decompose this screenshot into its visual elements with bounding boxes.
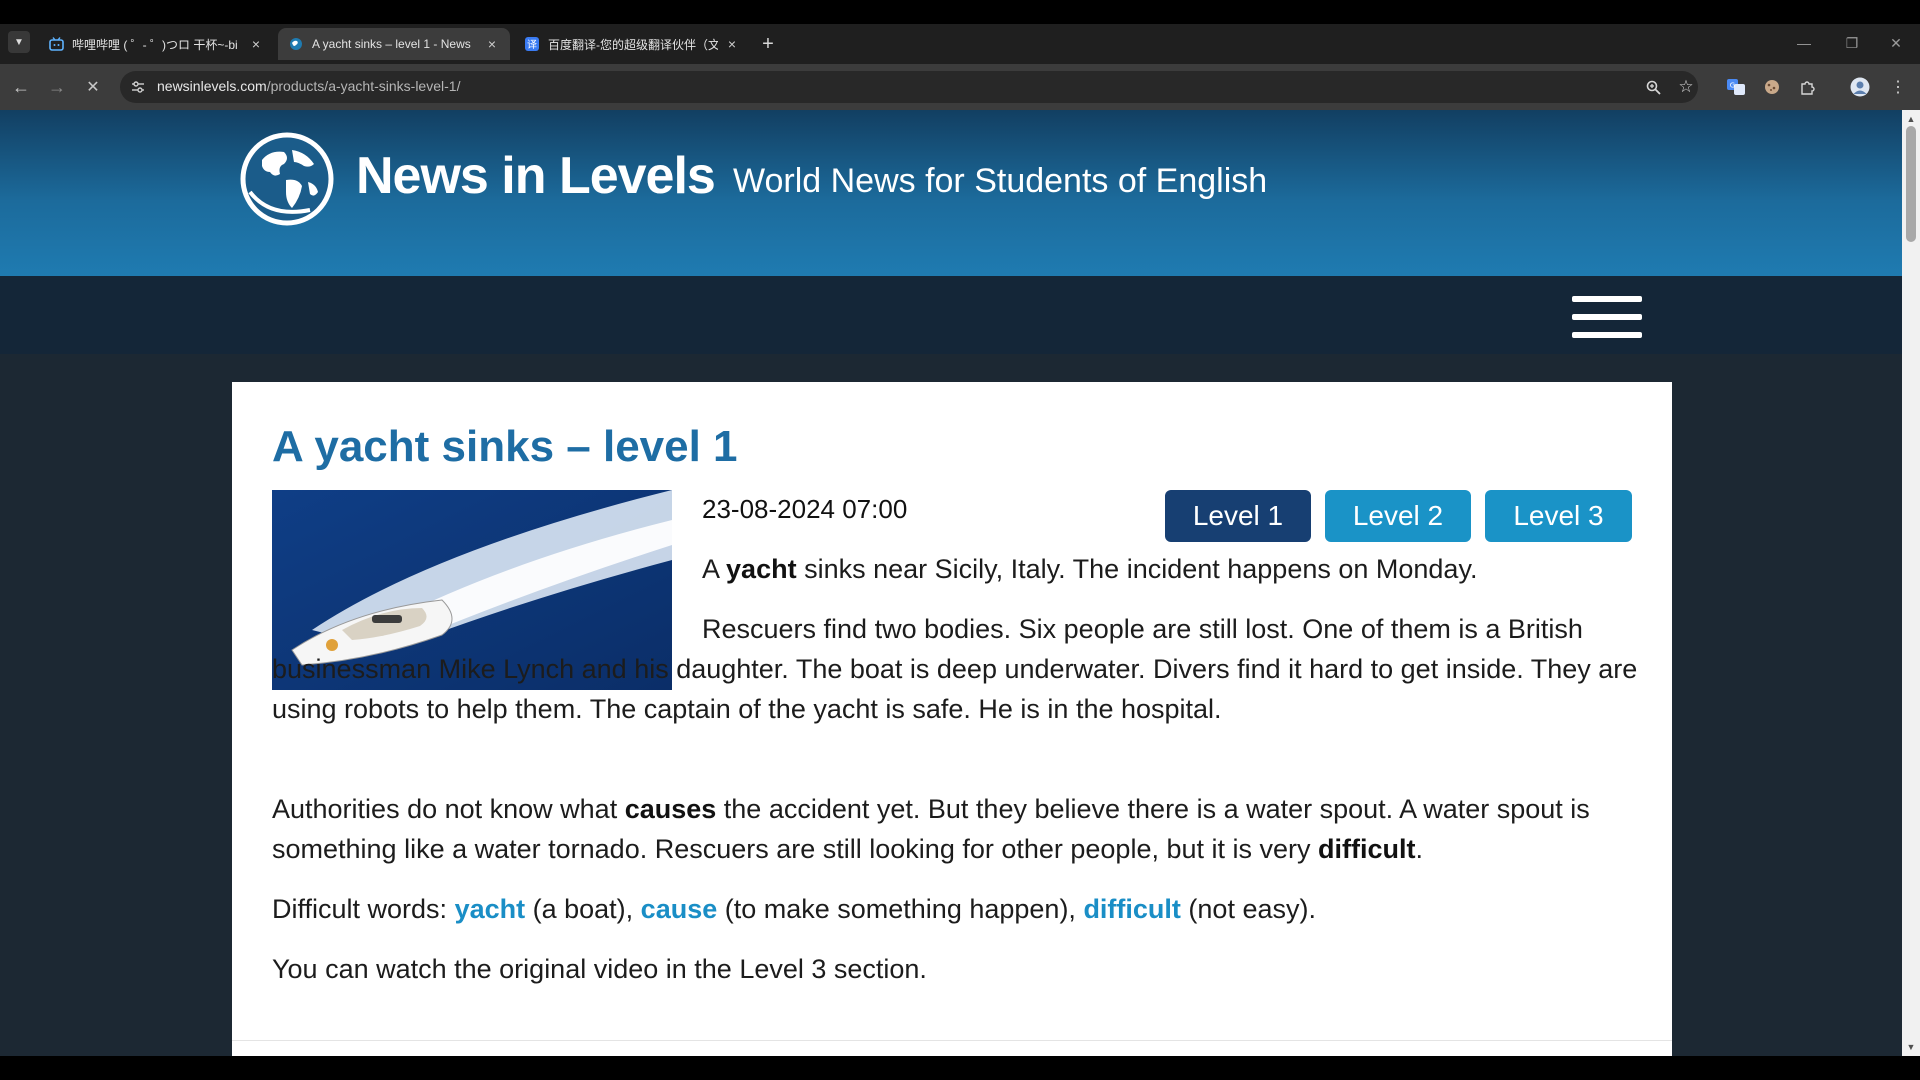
forward-arrow-icon[interactable]: → (44, 74, 70, 100)
url-path: /products/a-yacht-sinks-level-1/ (266, 78, 461, 94)
url-host: newsinlevels.com (157, 78, 267, 94)
site-logo-text[interactable]: News in Levels (356, 146, 716, 206)
restore-icon[interactable]: ❐ (1832, 30, 1872, 56)
keyword-link-cause[interactable]: cause (641, 894, 718, 924)
article-title: A yacht sinks – level 1 (272, 422, 738, 471)
new-tab-plus-icon[interactable]: + (756, 32, 780, 56)
window-close-icon[interactable]: ✕ (1876, 30, 1916, 56)
article-date: 23-08-2024 07:00 (702, 494, 908, 524)
baidu-translate-icon: 译 (524, 36, 540, 52)
stop-loading-icon[interactable]: ✕ (80, 74, 106, 100)
video-note-paragraph: You can watch the original video in the … (272, 954, 927, 984)
bookmark-star-icon[interactable]: ☆ (1675, 76, 1697, 98)
more-menu-icon[interactable]: ⋮ (1886, 75, 1910, 99)
tab-title: A yacht sinks – level 1 - News (312, 37, 471, 51)
tab-news-in-levels[interactable]: A yacht sinks – level 1 - News × (278, 28, 510, 60)
article-paragraph-1: A yacht sinks near Sicily, Italy. The in… (702, 554, 1478, 584)
keyword-link-yacht[interactable]: yacht (455, 894, 526, 924)
close-icon[interactable]: × (248, 36, 264, 52)
profile-avatar-icon[interactable] (1848, 75, 1872, 99)
divider (232, 1040, 1672, 1041)
chevron-down-icon[interactable]: ▼ (8, 31, 30, 53)
close-icon[interactable]: × (484, 36, 500, 52)
site-header: News in Levels World News for Students o… (0, 110, 1902, 276)
difficult-words-paragraph: Difficult words: yacht (a boat), cause (… (272, 894, 1316, 924)
tab-baidu-translate[interactable]: 译 百度翻译-您的超级翻译伙伴（文 × (514, 28, 750, 60)
close-icon[interactable]: × (724, 36, 740, 52)
minimize-icon[interactable]: — (1784, 30, 1824, 56)
site-info-icon[interactable] (128, 77, 148, 97)
level-3-button[interactable]: Level 3 (1485, 490, 1632, 542)
globe-logo-icon[interactable] (240, 132, 334, 226)
tab-bilibili[interactable]: 哔哩哔哩 ( ゜- ゜)つロ 干杯~-bi × (38, 28, 274, 60)
level-1-button[interactable]: Level 1 (1165, 490, 1311, 542)
zoom-icon[interactable] (1642, 76, 1664, 98)
page-scrollbar[interactable] (1902, 110, 1920, 1056)
keyword-link-difficult[interactable]: difficult (1083, 894, 1180, 924)
scrollbar-thumb[interactable] (1906, 126, 1916, 242)
article-paragraph-3: Authorities do not know what causes the … (272, 794, 1590, 864)
svg-text:G: G (1730, 82, 1735, 90)
scroll-down-arrow-icon[interactable]: ▼ (1904, 1040, 1918, 1054)
scroll-up-arrow-icon[interactable]: ▲ (1904, 112, 1918, 126)
url-text[interactable]: newsinlevels.com/products/a-yacht-sinks-… (157, 78, 460, 94)
newsinlevels-icon (288, 36, 304, 52)
article-paragraph-2: Rescuers find two bodies. Six people are… (272, 614, 1638, 724)
extensions-puzzle-icon[interactable] (1796, 75, 1820, 99)
bilibili-icon (48, 36, 64, 52)
hamburger-menu-icon[interactable] (1572, 296, 1642, 338)
translate-extension-icon[interactable]: G (1724, 75, 1748, 99)
cookie-extension-icon[interactable] (1760, 75, 1784, 99)
tab-title: 哔哩哔哩 ( ゜- ゜)つロ 干杯~-bi (72, 37, 238, 52)
article-card: A yacht sinks – level 1 23-08-2024 07:00… (232, 382, 1672, 1072)
screen-bottom-edge (0, 1056, 1920, 1080)
screen-top-edge (0, 0, 1920, 24)
back-arrow-icon[interactable]: ← (8, 74, 34, 100)
svg-text:译: 译 (527, 39, 537, 51)
level-2-button[interactable]: Level 2 (1325, 490, 1471, 542)
site-tagline: World News for Students of English (733, 162, 1268, 200)
tab-title: 百度翻译-您的超级翻译伙伴（文 (548, 37, 718, 52)
